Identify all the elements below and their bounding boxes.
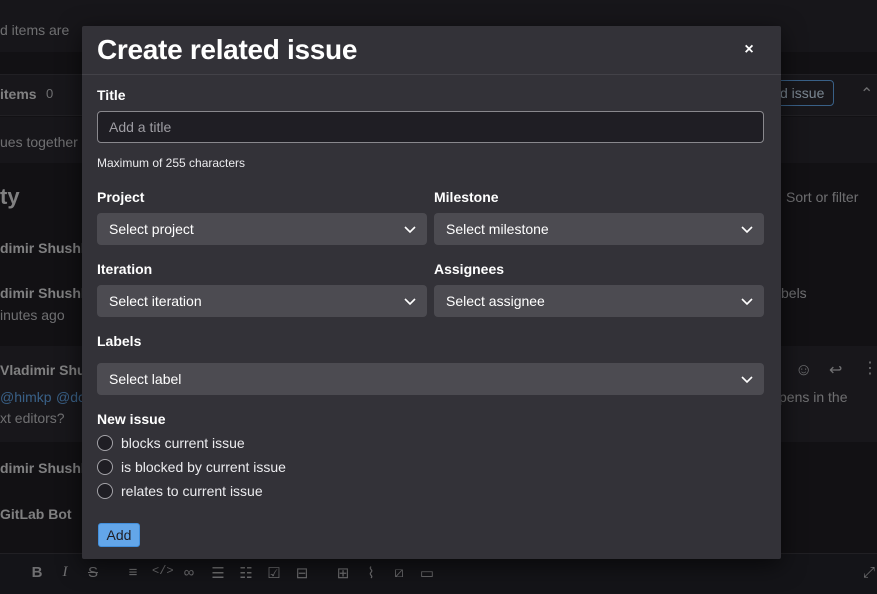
title-input[interactable]	[97, 111, 764, 143]
chevron-down-icon	[404, 226, 416, 234]
add-button[interactable]: Add	[98, 523, 140, 547]
title-label: Title	[97, 87, 126, 103]
milestone-label: Milestone	[434, 189, 499, 205]
assignees-label: Assignees	[434, 261, 505, 277]
radio-button[interactable]	[97, 459, 113, 475]
radio-button[interactable]	[97, 435, 113, 451]
iteration-label: Iteration	[97, 261, 153, 277]
iteration-dropdown-text: Select iteration	[109, 293, 202, 309]
chevron-down-icon	[741, 376, 753, 384]
chevron-down-icon	[404, 298, 416, 306]
chevron-down-icon	[741, 226, 753, 234]
labels-dropdown[interactable]: Select label	[97, 363, 764, 395]
assignees-dropdown-text: Select assignee	[446, 293, 545, 309]
project-dropdown-text: Select project	[109, 221, 194, 237]
radio-button[interactable]	[97, 483, 113, 499]
milestone-dropdown[interactable]: Select milestone	[434, 213, 764, 245]
radio-relates-to[interactable]: relates to current issue	[97, 481, 263, 501]
title-help-text: Maximum of 255 characters	[97, 156, 246, 170]
project-dropdown[interactable]: Select project	[97, 213, 427, 245]
labels-dropdown-text: Select label	[109, 371, 182, 387]
radio-label: blocks current issue	[121, 435, 245, 451]
new-issue-label: New issue	[97, 411, 166, 427]
modal-title: Create related issue	[97, 34, 358, 65]
radio-label: relates to current issue	[121, 483, 263, 499]
chevron-down-icon	[741, 298, 753, 306]
radio-blocks[interactable]: blocks current issue	[97, 433, 245, 453]
project-label: Project	[97, 189, 145, 205]
close-icon[interactable]: ×	[739, 40, 759, 60]
iteration-dropdown[interactable]: Select iteration	[97, 285, 427, 317]
assignees-dropdown[interactable]: Select assignee	[434, 285, 764, 317]
radio-label: is blocked by current issue	[121, 459, 286, 475]
radio-is-blocked-by[interactable]: is blocked by current issue	[97, 457, 286, 477]
create-related-issue-modal: Create related issue × Title Maximum of …	[82, 26, 781, 559]
modal-header: Create related issue ×	[82, 26, 781, 75]
labels-label: Labels	[97, 333, 142, 349]
milestone-dropdown-text: Select milestone	[446, 221, 549, 237]
